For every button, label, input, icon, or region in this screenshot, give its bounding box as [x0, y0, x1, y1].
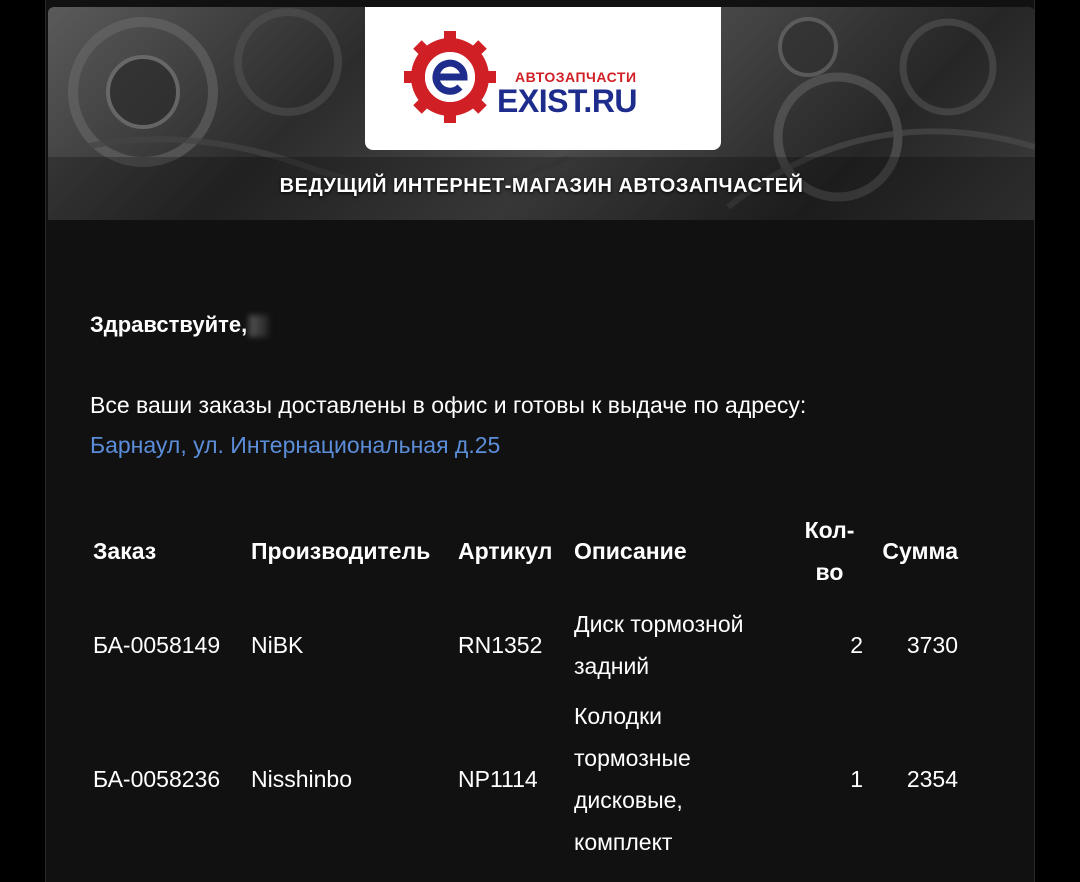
quantity: 2 — [850, 632, 863, 658]
header-quantity-line1: Кол- — [804, 517, 855, 543]
header-order: Заказ — [93, 538, 157, 564]
header-quantity: Кол-во — [796, 505, 863, 599]
description-line: тормозные — [574, 745, 691, 771]
description-line: задний — [574, 653, 650, 679]
header-sum: Сумма — [882, 538, 958, 564]
maker: Nisshinbo — [251, 766, 352, 792]
header-description: Описание — [574, 538, 687, 564]
sku: RN1352 — [458, 632, 543, 658]
greeting: Здравствуйте, — [90, 312, 270, 338]
orders-table: Заказ Производитель Артикул Описание Кол… — [93, 505, 958, 867]
description-line: дисковые, — [574, 787, 683, 813]
delivery-text: Все ваши заказы доставлены в офис и гото… — [90, 392, 807, 418]
logo-wordmark: EXIST.RU — [497, 83, 638, 119]
description-line: Диск тормозной — [574, 611, 744, 637]
order-number: БА-0058149 — [93, 632, 221, 658]
header-maker: Производитель — [251, 538, 431, 564]
sku: NP1114 — [458, 766, 538, 792]
sum: 3730 — [906, 632, 958, 658]
redacted-name — [249, 315, 270, 338]
header-sku: Артикул — [458, 538, 553, 564]
quantity: 1 — [850, 766, 863, 792]
maker: NiBK — [251, 632, 304, 658]
description-line: комплект — [574, 829, 673, 855]
sum: 2354 — [906, 766, 958, 792]
header-banner: АВТОЗАПЧАСТИ EXIST.RU ВЕДУЩИЙ ИНТЕРНЕТ-М… — [48, 7, 1035, 220]
delivery-message: Все ваши заказы доставлены в офис и гото… — [90, 385, 990, 465]
description-line: Колодки — [574, 703, 662, 729]
exist-logo[interactable]: АВТОЗАПЧАСТИ EXIST.RU — [365, 7, 721, 150]
table-row: БА-0058236 Nisshinbo NP1114 Колодки торм… — [93, 691, 958, 867]
office-address-link[interactable]: Барнаул, ул. Интернациональная д.25 — [90, 425, 990, 465]
header-quantity-line2: во — [815, 559, 844, 585]
table-row: БА-0058149 NiBK RN1352 Диск тормозной за… — [93, 599, 958, 691]
greeting-text: Здравствуйте, — [90, 312, 248, 337]
order-number: БА-0058236 — [93, 766, 221, 792]
banner-tagline: ВЕДУЩИЙ ИНТЕРНЕТ-МАГАЗИН АВТОЗАПЧАСТЕЙ — [279, 175, 804, 197]
email-card: АВТОЗАПЧАСТИ EXIST.RU ВЕДУЩИЙ ИНТЕРНЕТ-М… — [45, 0, 1035, 882]
description: Диск тормозной задний — [574, 599, 796, 691]
description: Колодки тормозные дисковые, комплект — [574, 691, 796, 867]
table-header-row: Заказ Производитель Артикул Описание Кол… — [93, 505, 958, 599]
